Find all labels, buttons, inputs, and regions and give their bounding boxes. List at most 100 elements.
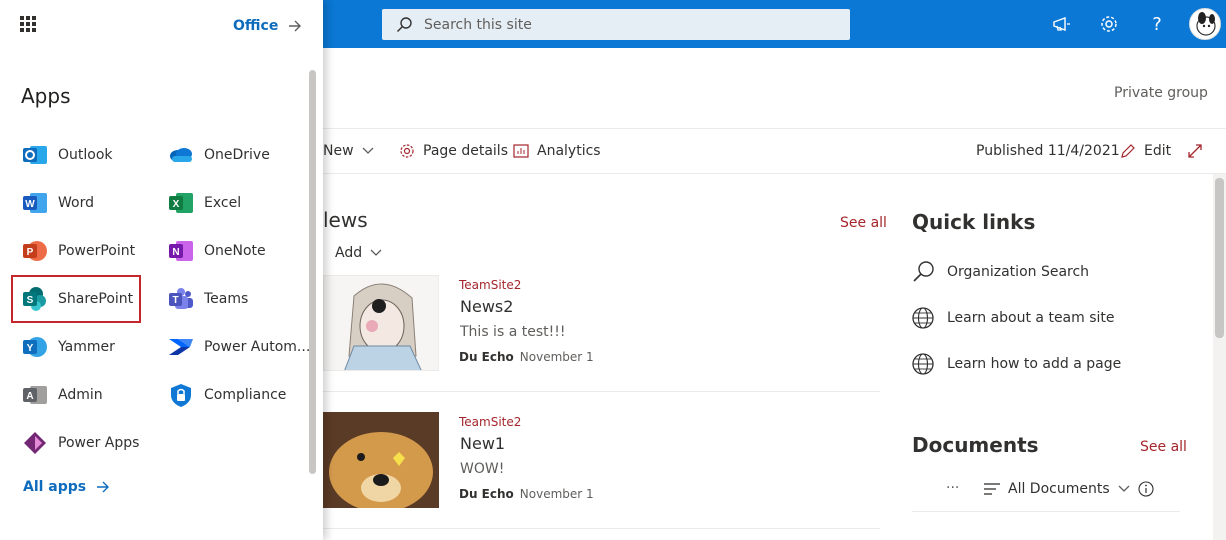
chevron-down-icon [370, 249, 382, 256]
app-onedrive[interactable]: OneDrive [168, 137, 270, 173]
all-apps-link[interactable]: All apps [23, 479, 110, 495]
app-onenote[interactable]: N OneNote [168, 233, 266, 269]
app-excel[interactable]: X Excel [168, 185, 241, 221]
app-compliance[interactable]: Compliance [168, 377, 286, 413]
page-details-label: Page details [423, 143, 508, 159]
quick-link[interactable]: Learn how to add a page [912, 353, 1121, 375]
view-selector[interactable]: All Documents [984, 481, 1130, 497]
news-item-author[interactable]: Du Echo [459, 350, 514, 364]
app-teams[interactable]: T Teams [168, 281, 248, 317]
app-yammer[interactable]: Y Yammer [22, 329, 115, 365]
svg-text:X: X [173, 199, 180, 210]
app-label: Yammer [58, 339, 115, 355]
app-label: Admin [58, 387, 103, 403]
app-power-apps[interactable]: Power Apps [22, 425, 139, 461]
launcher-scrollbar[interactable] [309, 70, 316, 474]
divider [912, 511, 1180, 512]
quick-link[interactable]: Organization Search [912, 261, 1089, 283]
help-icon[interactable]: ? [1145, 12, 1169, 36]
analytics-icon [513, 144, 529, 158]
news-item-title[interactable]: New1 [460, 434, 505, 453]
globe-icon [912, 353, 934, 375]
compliance-icon [168, 382, 194, 408]
quick-link-label: Organization Search [947, 264, 1090, 280]
search-box[interactable]: Search this site [382, 9, 850, 40]
onedrive-icon [168, 142, 194, 168]
news-thumbnail[interactable] [323, 275, 439, 371]
app-launcher-icon[interactable] [20, 16, 36, 32]
avatar[interactable] [1189, 8, 1221, 40]
published-status: Published 11/4/2021 [976, 143, 1120, 159]
news-item-site[interactable]: TeamSite2 [459, 278, 521, 292]
svg-text:N: N [172, 247, 179, 258]
news-title: lews [323, 208, 368, 232]
quick-link[interactable]: Learn about a team site [912, 307, 1115, 329]
yammer-icon: Y [22, 334, 48, 360]
app-label: OneNote [204, 243, 266, 259]
news-thumbnail[interactable] [323, 412, 439, 508]
chevron-down-icon [1118, 485, 1130, 492]
scrollbar-thumb[interactable] [1215, 178, 1224, 338]
search-icon [397, 16, 412, 32]
edit-button[interactable]: Edit [1120, 143, 1171, 159]
quick-link-label: Learn how to add a page [947, 356, 1122, 372]
news-see-all-link[interactable]: See all [840, 215, 887, 231]
arrow-right-icon [97, 481, 110, 493]
app-label: Word [58, 195, 94, 211]
app-label: Compliance [204, 387, 287, 403]
office-link[interactable]: Office [233, 18, 302, 34]
app-sharepoint[interactable]: S SharePoint [22, 281, 133, 317]
app-label: Excel [204, 195, 242, 211]
app-label: PowerPoint [58, 243, 136, 259]
megaphone-icon[interactable] [1050, 12, 1074, 36]
new-button[interactable]: New [323, 143, 374, 159]
analytics-label: Analytics [537, 143, 601, 159]
page-scrollbar[interactable] [1213, 174, 1226, 540]
all-apps-label: All apps [23, 479, 87, 495]
gear-icon[interactable] [1097, 12, 1121, 36]
app-powerpoint[interactable]: P PowerPoint [22, 233, 135, 269]
app-outlook[interactable]: Outlook [22, 137, 113, 173]
admin-icon: A [22, 382, 48, 408]
office-link-label: Office [233, 18, 279, 34]
page-details-button[interactable]: Page details [399, 143, 508, 159]
news-add-button[interactable]: Add [335, 245, 382, 261]
search-placeholder: Search this site [424, 16, 532, 33]
svg-text:T: T [172, 295, 178, 306]
more-options-button[interactable]: ··· [946, 480, 959, 496]
news-item-meta: Du Echo November 1 [459, 350, 594, 364]
quick-link-label: Learn about a team site [947, 310, 1115, 326]
pencil-icon [1121, 144, 1135, 158]
app-label: Teams [204, 291, 249, 307]
news-item-author[interactable]: Du Echo [459, 487, 514, 501]
documents-see-all-link[interactable]: See all [1140, 439, 1187, 455]
analytics-button[interactable]: Analytics [513, 143, 601, 159]
news-item-title[interactable]: News2 [460, 297, 513, 316]
onenote-icon: N [168, 238, 194, 264]
site-privacy-label: Private group [1114, 85, 1208, 101]
news-item-description: WOW! [460, 461, 505, 477]
app-power-automate[interactable]: Power Autom... [168, 329, 310, 365]
news-item-date: November 1 [519, 350, 594, 364]
new-label: New [323, 143, 354, 159]
chevron-down-icon [362, 147, 374, 154]
power-apps-icon [22, 430, 48, 456]
app-label: Power Apps [58, 435, 140, 451]
word-icon: W [22, 190, 48, 216]
search-icon [913, 261, 934, 282]
svg-text:S: S [27, 295, 34, 306]
info-icon[interactable] [1138, 481, 1154, 501]
powerpoint-icon: P [22, 238, 48, 264]
divider [323, 391, 880, 392]
app-admin[interactable]: A Admin [22, 377, 103, 413]
app-word[interactable]: W Word [22, 185, 94, 221]
list-icon [984, 483, 1000, 495]
svg-text:P: P [27, 247, 34, 258]
svg-text:Y: Y [27, 343, 34, 354]
quick-links-title: Quick links [912, 210, 1036, 234]
news-add-label: Add [335, 245, 363, 261]
expand-icon[interactable] [1187, 143, 1203, 159]
outlook-icon [22, 142, 48, 168]
news-item-site[interactable]: TeamSite2 [459, 415, 521, 429]
divider [323, 528, 880, 529]
